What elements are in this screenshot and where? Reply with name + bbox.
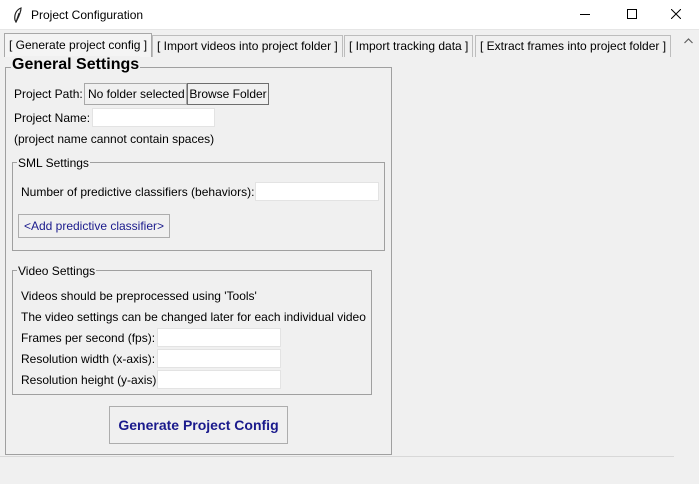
status-bar [0,456,674,484]
minimize-button[interactable] [562,0,608,30]
scroll-up-button[interactable] [678,31,699,49]
tab-generate-project-config[interactable]: [ Generate project config ] [4,33,153,57]
project-name-input[interactable] [92,108,215,127]
tab-import-videos[interactable]: [ Import videos into project folder ] [152,35,343,57]
title-bar: Project Configuration [0,0,699,30]
num-classifiers-label: Number of predictive classifiers (behavi… [21,185,255,199]
generate-project-config-button[interactable]: Generate Project Config [109,406,288,444]
minimize-icon [580,8,590,22]
maximize-icon [627,8,637,22]
video-note-preprocess: Videos should be preprocessed using 'Too… [21,289,257,303]
browse-folder-button[interactable]: Browse Folder [187,83,269,105]
resolution-width-label: Resolution width (x-axis): [21,352,156,366]
project-path-value: No folder selected [84,83,187,105]
project-name-label: Project Name: [14,111,91,125]
maximize-button[interactable] [609,0,655,30]
video-note-changeable: The video settings can be changed later … [21,310,366,324]
resolution-height-input[interactable] [157,370,281,389]
resolution-width-input[interactable] [157,349,281,368]
general-settings-title: General Settings [11,56,141,74]
window-title: Project Configuration [31,8,144,22]
fps-label: Frames per second (fps): [21,331,156,345]
video-settings-title: Video Settings [17,264,97,278]
tab-extract-frames[interactable]: [ Extract frames into project folder ] [475,35,672,57]
close-icon [670,8,682,22]
add-classifier-button[interactable]: <Add predictive classifier> [18,214,170,238]
chevron-up-icon [684,33,693,47]
resolution-height-label: Resolution height (y-axis): [21,373,160,387]
project-path-label: Project Path: [14,87,83,101]
fps-input[interactable] [157,328,281,347]
num-classifiers-input[interactable] [255,182,379,201]
feather-icon [12,7,24,24]
close-button[interactable] [653,0,699,30]
tab-import-tracking-data[interactable]: [ Import tracking data ] [344,35,474,57]
vertical-scrollbar[interactable] [678,31,699,461]
sml-settings-title: SML Settings [17,156,90,170]
project-name-note: (project name cannot contain spaces) [14,132,215,146]
